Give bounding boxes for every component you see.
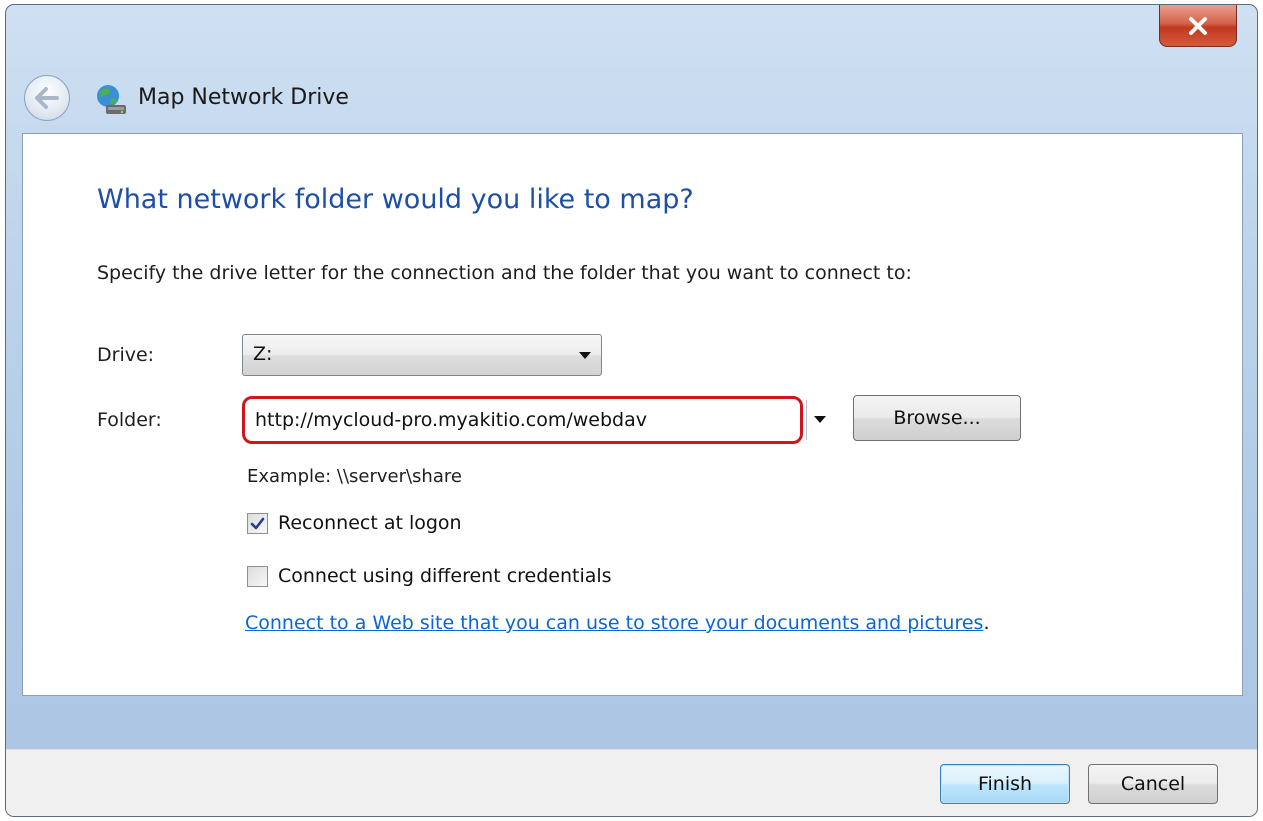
folder-dropdown-button[interactable]	[806, 400, 832, 440]
credentials-label: Connect using different credentials	[278, 565, 612, 587]
window-title: Map Network Drive	[138, 85, 349, 110]
cancel-button[interactable]: Cancel	[1088, 764, 1218, 804]
back-arrow-icon	[35, 87, 59, 109]
checkmark-icon	[250, 517, 265, 529]
browse-button[interactable]: Browse...	[853, 395, 1021, 441]
reconnect-checkbox[interactable]	[247, 512, 268, 534]
folder-input[interactable]	[255, 406, 785, 434]
chevron-down-icon	[579, 352, 591, 359]
network-drive-icon	[97, 85, 126, 114]
finish-button[interactable]: Finish	[940, 764, 1070, 804]
reconnect-label: Reconnect at logon	[278, 512, 462, 534]
close-icon	[1189, 16, 1207, 35]
instruction-text: Specify the drive letter for the connect…	[97, 262, 912, 284]
reconnect-option[interactable]: Reconnect at logon	[247, 510, 462, 536]
back-button[interactable]	[24, 75, 70, 121]
credentials-option[interactable]: Connect using different credentials	[247, 563, 612, 589]
map-network-drive-window: Map Network Drive What network folder wo…	[5, 4, 1258, 817]
drive-label: Drive:	[97, 344, 155, 366]
web-site-link-row: Connect to a Web site that you can use t…	[245, 612, 990, 634]
chevron-down-icon	[814, 416, 826, 423]
page-heading: What network folder would you like to ma…	[97, 184, 694, 215]
folder-field-highlight	[242, 396, 803, 444]
example-text: Example: \\server\share	[247, 466, 462, 487]
link-suffix: .	[983, 612, 990, 634]
close-button[interactable]	[1159, 5, 1237, 47]
wizard-footer: Finish Cancel	[6, 749, 1257, 816]
drive-select[interactable]: Z:	[242, 334, 602, 376]
connect-web-site-link[interactable]: Connect to a Web site that you can use t…	[245, 612, 983, 634]
folder-label: Folder:	[97, 409, 162, 431]
credentials-checkbox[interactable]	[247, 565, 268, 587]
drive-select-value: Z:	[253, 343, 273, 365]
wizard-content: What network folder would you like to ma…	[22, 133, 1243, 696]
